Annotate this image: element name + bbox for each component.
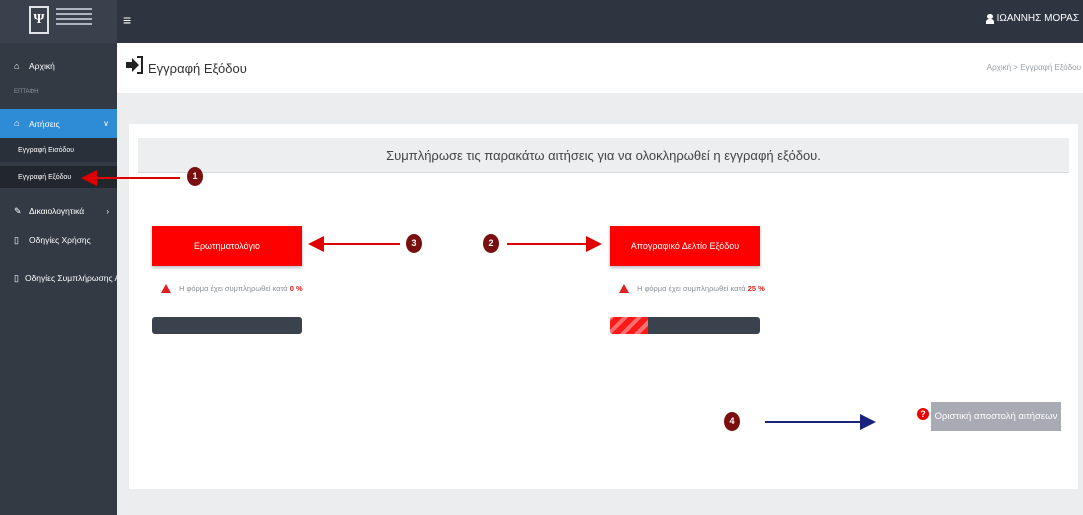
sidebar-item-applications[interactable]: ⌂ Αιτήσεις ∨ (0, 109, 117, 138)
sidebar-item-label: Δικαιολογητικά (29, 206, 85, 216)
sidebar-item-label: Οδηγίες Συμπλήρωσης Αιτησ (24, 273, 117, 283)
chevron-right-icon: › (106, 206, 109, 216)
breadcrumb-current: Εγγραφή Εξόδου (1020, 63, 1081, 72)
progress-fill (610, 317, 648, 334)
warning-icon (619, 284, 629, 293)
breadcrumb: Αρχική > Εγγραφή Εξόδου (987, 63, 1081, 72)
logo-text (56, 8, 92, 34)
questionnaire-progress (152, 317, 302, 334)
sidebar-subitem-exit[interactable]: Εγγραφή Εξόδου (0, 166, 117, 188)
annotation-marker-4: 4 (724, 412, 740, 431)
status-percent: 0 % (289, 284, 303, 293)
card-header: Συμπλήρωσε τις παρακάτω αιτήσεις για να … (138, 138, 1069, 173)
document-icon: ✎ (14, 205, 22, 216)
logo[interactable]: Ψ (0, 0, 117, 43)
chevron-down-icon: ∨ (103, 119, 109, 128)
bank-icon: ⌂ (14, 118, 20, 128)
sidebar-item-label: Εγγραφή Εξόδου (18, 173, 72, 181)
questionnaire-status: Η φόρμα έχει συμπληρωθεί κατά 0 % (161, 284, 303, 293)
file-icon: ▯ (14, 272, 19, 283)
status-text: Η φόρμα έχει συμπληρωθεί κατά (637, 284, 746, 293)
status-percent: 25 % (747, 284, 765, 293)
annotation-marker-1: 1 (187, 167, 203, 186)
home-icon: ⌂ (14, 60, 20, 71)
questionnaire-button[interactable]: Ερωτηματολόγιο (152, 226, 302, 266)
annotation-marker-3: 3 (406, 234, 422, 253)
logo-icon: Ψ (29, 6, 49, 34)
top-bar: Ψ ≡ ΙΩΑΝΝΗΣ ΜΟΡΑΣ (0, 0, 1083, 43)
sidebar-item-label: Αιτήσεις (29, 118, 60, 129)
sidebar-item-documents[interactable]: ✎ Δικαιολογητικά › (0, 200, 117, 222)
user-icon (985, 13, 994, 24)
sidebar-item-completion-guide[interactable]: ▯ Οδηγίες Συμπλήρωσης Αιτησ (0, 267, 117, 289)
sidebar-item-usage-guide[interactable]: ▯ Οδηγίες Χρήσης (0, 229, 117, 251)
user-name: ΙΩΑΝΝΗΣ ΜΟΡΑΣ (996, 13, 1079, 24)
breadcrumb-home[interactable]: Αρχική (987, 63, 1011, 72)
applications-card: Συμπλήρωσε τις παρακάτω αιτήσεις για να … (129, 124, 1078, 489)
sidebar-item-home[interactable]: ⌂ Αρχική (0, 55, 117, 77)
warning-icon (161, 284, 171, 293)
sidebar: ⌂ Αρχική ΕΠΤΑΦΗ ⌂ Αιτήσεις ∨ Εγγραφή Εισ… (0, 43, 117, 515)
file-icon: ▯ (14, 234, 19, 245)
exit-inventory-status: Η φόρμα έχει συμπληρωθεί κατά 25 % (619, 284, 765, 293)
annotation-marker-2: 2 (483, 234, 499, 253)
page-header: Εγγραφή Εξόδου Αρχική > Εγγραφή Εξόδου (117, 43, 1083, 93)
sidebar-subitem-entry[interactable]: Εγγραφή Εισόδου (0, 138, 117, 162)
breadcrumb-separator: > (1013, 63, 1018, 72)
card-heading: Συμπλήρωσε τις παρακάτω αιτήσεις για να … (386, 148, 821, 163)
sidebar-item-label: Οδηγίες Χρήσης (29, 235, 91, 245)
exit-inventory-button[interactable]: Απογραφικό Δελτίο Εξόδου (610, 226, 760, 266)
status-text: Η φόρμα έχει συμπληρωθεί κατά (179, 284, 288, 293)
menu-icon[interactable]: ≡ (123, 12, 133, 28)
help-icon[interactable]: ? (917, 408, 929, 420)
exit-inventory-progress (610, 317, 760, 334)
page-title: Εγγραφή Εξόδου (148, 61, 247, 76)
sign-out-icon (126, 56, 143, 74)
sidebar-item-label: Αρχική (29, 61, 55, 71)
user-menu[interactable]: ΙΩΑΝΝΗΣ ΜΟΡΑΣ (985, 13, 1079, 24)
sidebar-section-label: ΕΠΤΑΦΗ (14, 89, 39, 95)
sidebar-item-label: Εγγραφή Εισόδου (18, 146, 75, 154)
final-submit-button[interactable]: Οριστική αποστολή αιτήσεων (931, 402, 1061, 431)
